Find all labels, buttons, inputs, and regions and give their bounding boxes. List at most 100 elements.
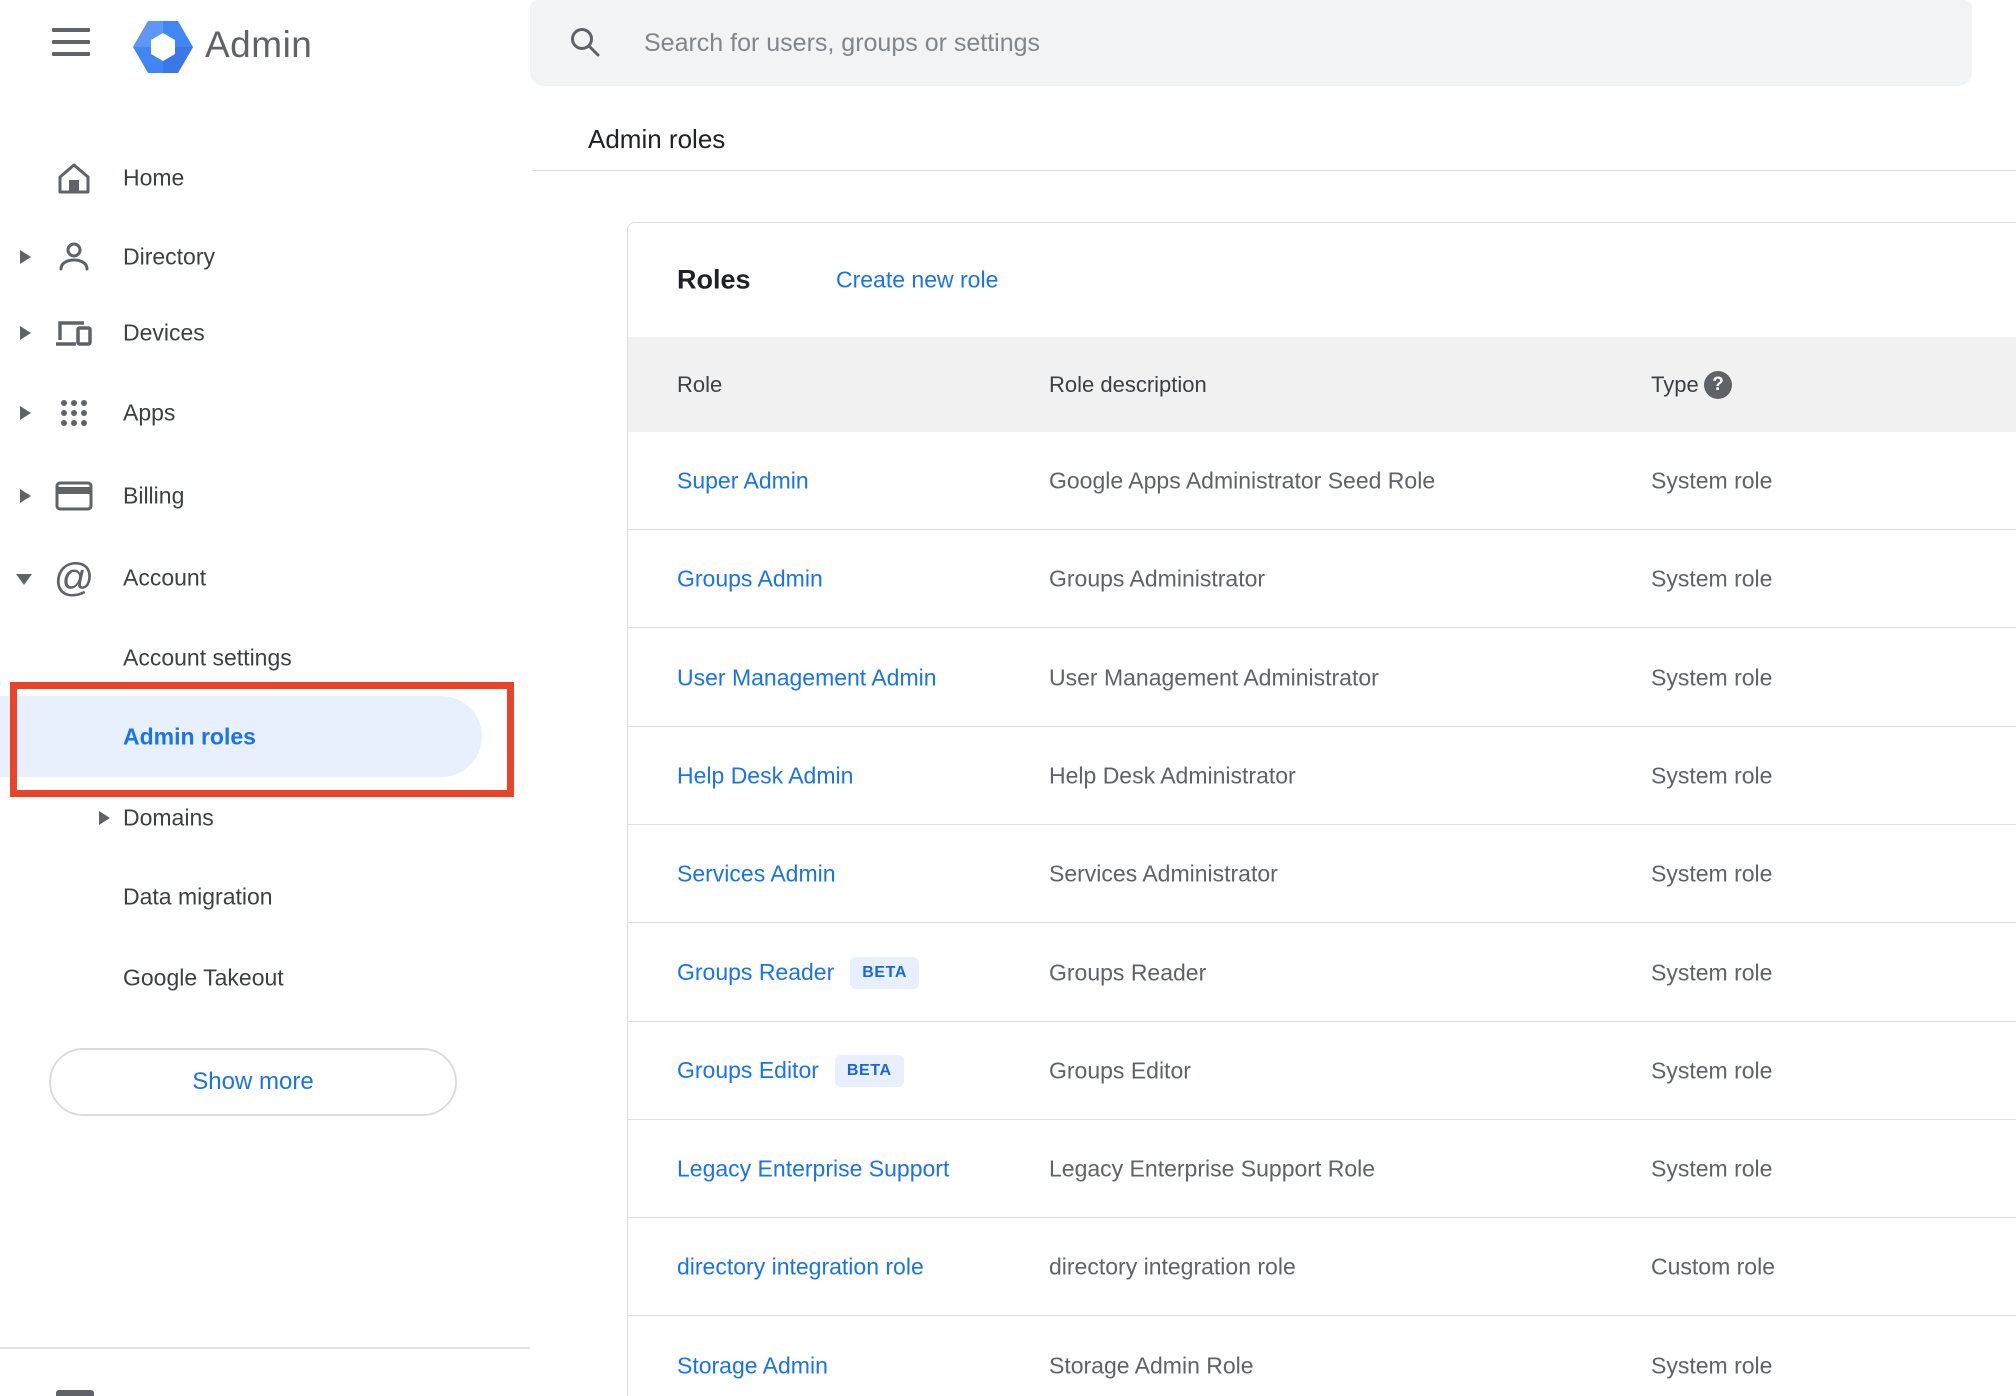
column-header-role: Role	[677, 371, 723, 397]
sidebar-subitem-admin-roles[interactable]: Admin roles	[0, 696, 482, 777]
create-new-role-link[interactable]: Create new role	[836, 267, 998, 294]
sidebar-item-label: Apps	[123, 399, 176, 426]
cell-role: directory integration role	[677, 1253, 924, 1280]
cell-role-type: System role	[1651, 565, 1773, 591]
app-title: Admin	[205, 24, 313, 65]
column-header-description: Role description	[1049, 371, 1207, 397]
building-icon-partial	[56, 1390, 94, 1396]
table-row: Groups Reader BETA Groups Reader System rol…	[628, 924, 2016, 1022]
chevron-right-icon[interactable]	[20, 326, 31, 340]
chevron-down-icon[interactable]	[16, 574, 32, 585]
sidebar-subitem-label: Data migration	[123, 883, 273, 910]
cell-role-type: System role	[1651, 1057, 1773, 1083]
admin-logo-icon	[133, 21, 193, 73]
chevron-right-icon[interactable]	[20, 250, 31, 264]
table-row: Groups Editor BETA Groups Editor System rol…	[628, 1022, 2016, 1120]
sidebar-subitem-domains[interactable]: Domains	[0, 787, 500, 849]
role-link[interactable]: Groups Reader	[677, 959, 834, 986]
role-link[interactable]: Groups Admin	[677, 565, 823, 592]
person-icon	[54, 237, 94, 277]
column-header-type: Type	[1651, 371, 1699, 397]
cell-role-type: System role	[1651, 467, 1773, 493]
cell-role-type: System role	[1651, 762, 1773, 788]
cell-role-description: Groups Administrator	[1049, 565, 1266, 591]
table-row: Groups Admin Groups Administrator System r…	[628, 530, 2016, 628]
table-row: Services Admin Services Administrator Syst…	[628, 825, 2016, 923]
cell-role: Groups Admin	[677, 565, 823, 592]
sidebar-subitem-label: Admin roles	[123, 723, 256, 749]
sidebar-item-apps[interactable]: Apps	[0, 382, 500, 444]
show-more-button[interactable]: Show more	[49, 1048, 457, 1116]
devices-icon	[54, 313, 94, 353]
content-divider	[532, 170, 2016, 171]
cell-role-type: Custom role	[1651, 1253, 1775, 1279]
cell-role: Super Admin	[677, 467, 809, 494]
role-link[interactable]: Services Admin	[677, 860, 836, 887]
cell-role: Help Desk Admin	[677, 762, 853, 789]
cell-role-description: Groups Editor	[1049, 1057, 1191, 1083]
sidebar-subitem-account-settings[interactable]: Account settings	[0, 627, 500, 689]
sidebar-subitem-label: Google Takeout	[123, 964, 284, 991]
cell-role-type: System role	[1651, 959, 1773, 985]
role-link[interactable]: Help Desk Admin	[677, 762, 853, 789]
search-input[interactable]	[644, 0, 1884, 86]
sidebar-item-home[interactable]: Home	[0, 147, 500, 209]
sidebar-divider	[0, 1347, 530, 1349]
table-row: Help Desk Admin Help Desk Administrator Sy…	[628, 727, 2016, 825]
role-link[interactable]: Storage Admin	[677, 1352, 828, 1379]
table-row: User Management Admin User Management Adm…	[628, 629, 2016, 727]
sidebar-item-label: Account	[123, 564, 207, 591]
apps-icon	[54, 393, 94, 433]
search-icon	[571, 28, 600, 57]
cell-role-description: Google Apps Administrator Seed Role	[1049, 467, 1436, 493]
chevron-right-icon[interactable]	[20, 489, 31, 503]
sidebar-subitem-label: Domains	[123, 804, 214, 831]
beta-badge: BETA	[850, 956, 920, 989]
cell-role-description: directory integration role	[1049, 1253, 1296, 1279]
table-row: Super Admin Google Apps Administrator See…	[628, 432, 2016, 530]
cell-role-description: Storage Admin Role	[1049, 1352, 1254, 1378]
cell-role-type: System role	[1651, 860, 1773, 886]
cell-role: Groups Reader BETA	[677, 956, 920, 989]
chevron-right-icon[interactable]	[20, 406, 31, 420]
sidebar-subitem-label: Account settings	[123, 644, 292, 671]
cell-role-description: Legacy Enterprise Support Role	[1049, 1155, 1376, 1181]
sidebar-item-billing[interactable]: Billing	[0, 465, 500, 527]
chevron-right-icon[interactable]	[99, 811, 110, 825]
sidebar-subitem-google-takeout[interactable]: Google Takeout	[0, 947, 500, 1009]
role-link[interactable]: Groups Editor	[677, 1057, 819, 1084]
sidebar-item-label: Home	[123, 164, 185, 191]
role-link[interactable]: Super Admin	[677, 467, 809, 494]
at-icon: @	[53, 556, 95, 600]
role-link[interactable]: User Management Admin	[677, 664, 937, 691]
roles-card-title: Roles	[677, 264, 751, 295]
cell-role: Legacy Enterprise Support	[677, 1155, 949, 1182]
table-header-row: Role Role description Type ?	[628, 337, 2016, 432]
roles-card: Roles Create new role Role Role descript…	[627, 222, 2016, 1396]
sidebar-item-label: Billing	[123, 482, 185, 509]
page-title: Admin roles	[588, 124, 726, 154]
beta-badge: BETA	[834, 1054, 904, 1087]
role-link[interactable]: directory integration role	[677, 1253, 924, 1280]
cell-role-type: System role	[1651, 664, 1773, 690]
table-row: directory integration role directory inte…	[628, 1218, 2016, 1316]
cell-role-description: Help Desk Administrator	[1049, 762, 1296, 788]
sidebar-item-devices[interactable]: Devices	[0, 302, 500, 364]
sidebar-item-directory[interactable]: Directory	[0, 226, 500, 288]
admin-console-screen: Admin Home Directory Devices Apps Billing @ Ac…	[0, 0, 2016, 1396]
sidebar-item-account[interactable]: @ Account	[0, 547, 500, 609]
cell-role-type: System role	[1651, 1352, 1773, 1378]
roles-card-header: Roles Create new role	[628, 223, 2016, 337]
table-row: Legacy Enterprise Support Legacy Enterpri…	[628, 1120, 2016, 1218]
cell-role-description: Services Administrator	[1049, 860, 1278, 886]
cell-role-description: Groups Reader	[1049, 959, 1207, 985]
cell-role: Storage Admin	[677, 1352, 828, 1379]
sidebar-subitem-data-migration[interactable]: Data migration	[0, 866, 500, 928]
role-link[interactable]: Legacy Enterprise Support	[677, 1155, 949, 1182]
help-icon[interactable]: ?	[1704, 370, 1732, 399]
hamburger-menu-icon[interactable]	[46, 18, 98, 66]
cell-role: Services Admin	[677, 860, 836, 887]
table-row: Storage Admin Storage Admin Role System ro…	[628, 1317, 2016, 1396]
card-icon	[54, 476, 94, 516]
search-bar[interactable]	[530, 0, 1972, 86]
